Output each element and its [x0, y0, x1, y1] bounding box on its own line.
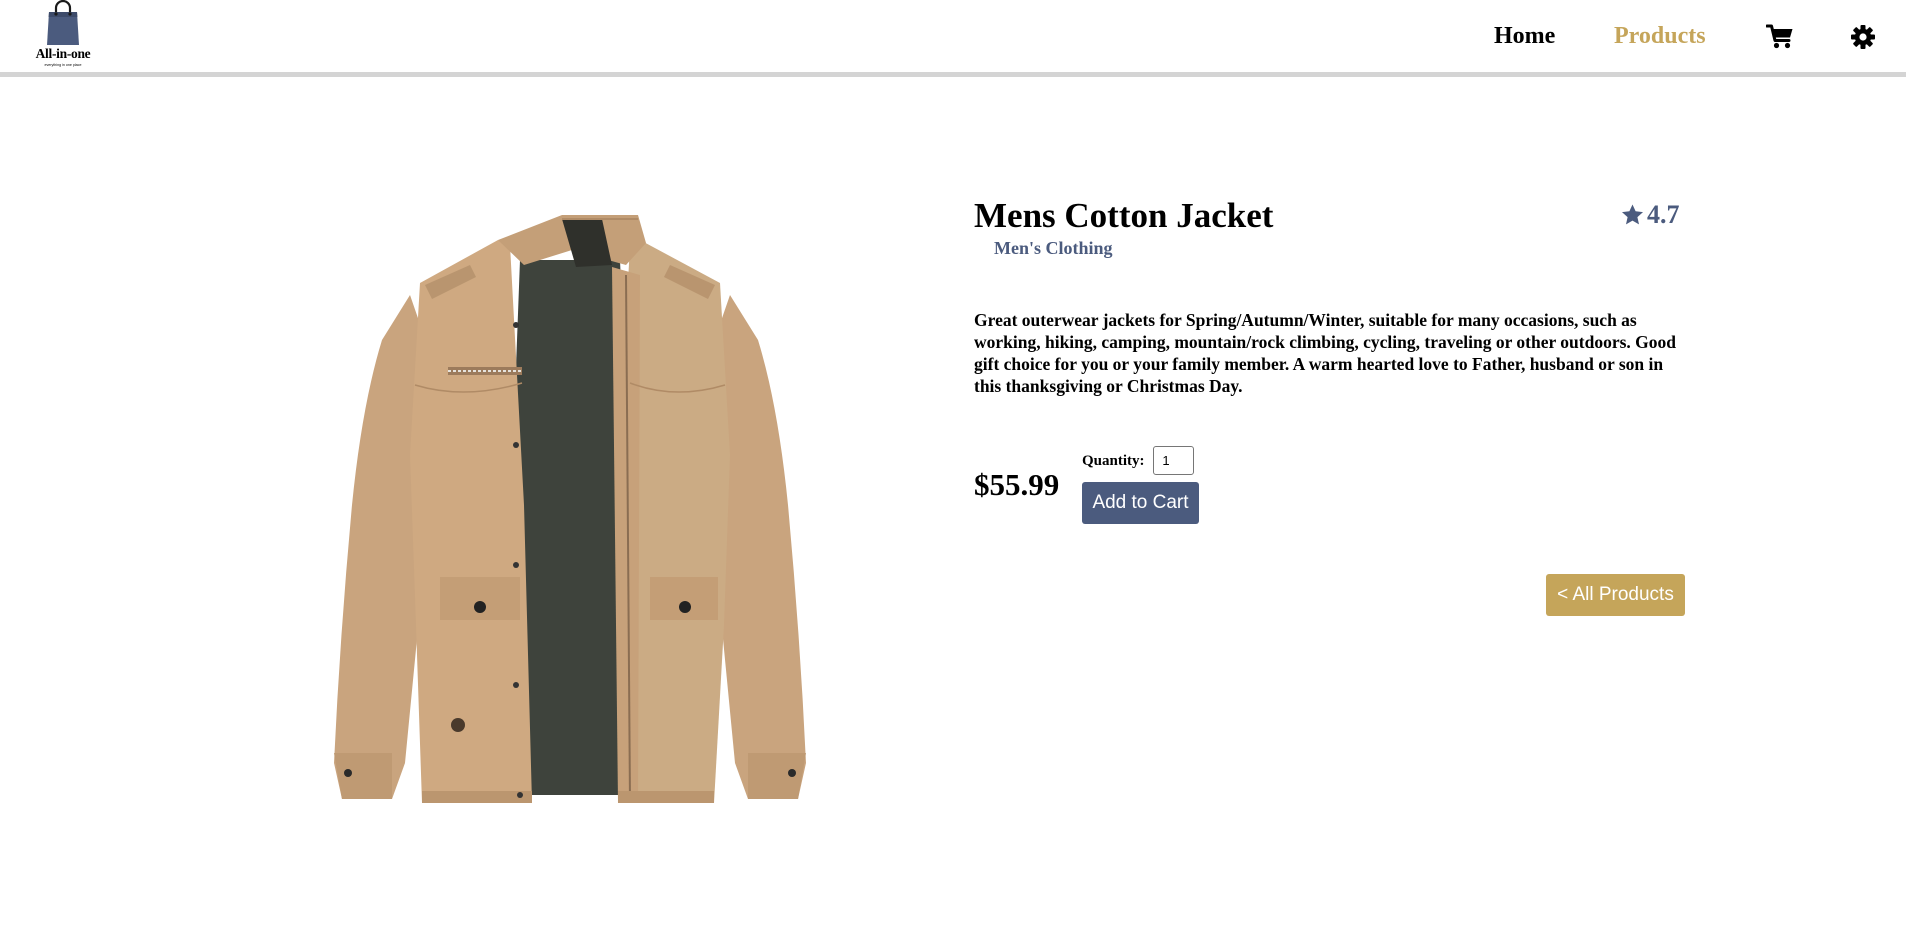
- product-image: [334, 215, 806, 804]
- shopping-cart-icon[interactable]: [1766, 24, 1794, 49]
- rating-value: 4.7: [1647, 200, 1680, 229]
- add-to-cart-button[interactable]: Add to Cart: [1082, 482, 1199, 524]
- all-products-button[interactable]: < All Products: [1546, 574, 1685, 616]
- shopping-bag-icon: [47, 0, 79, 45]
- brand-name: All-in-one: [35, 46, 91, 61]
- nav-link-products[interactable]: Products: [1614, 21, 1706, 51]
- nav-link-home[interactable]: Home: [1494, 21, 1555, 51]
- quantity-label: Quantity:: [1082, 453, 1145, 469]
- brand-logo[interactable]: All-in-one everything in one place: [24, 0, 102, 72]
- star-icon: [1622, 204, 1643, 225]
- navbar: All-in-one everything in one place Home …: [0, 0, 1906, 77]
- quantity-input[interactable]: [1153, 446, 1194, 475]
- gear-icon[interactable]: [1851, 25, 1875, 49]
- product-price: $55.99: [974, 467, 1060, 502]
- product-title: Mens Cotton Jacket: [974, 196, 1274, 235]
- product-description: Great outerwear jackets for Spring/Autum…: [974, 310, 1677, 396]
- product-rating: 4.7: [1620, 198, 1680, 232]
- brand-tagline: everything in one place: [44, 63, 82, 67]
- product-category: Men's Clothing: [994, 238, 1113, 258]
